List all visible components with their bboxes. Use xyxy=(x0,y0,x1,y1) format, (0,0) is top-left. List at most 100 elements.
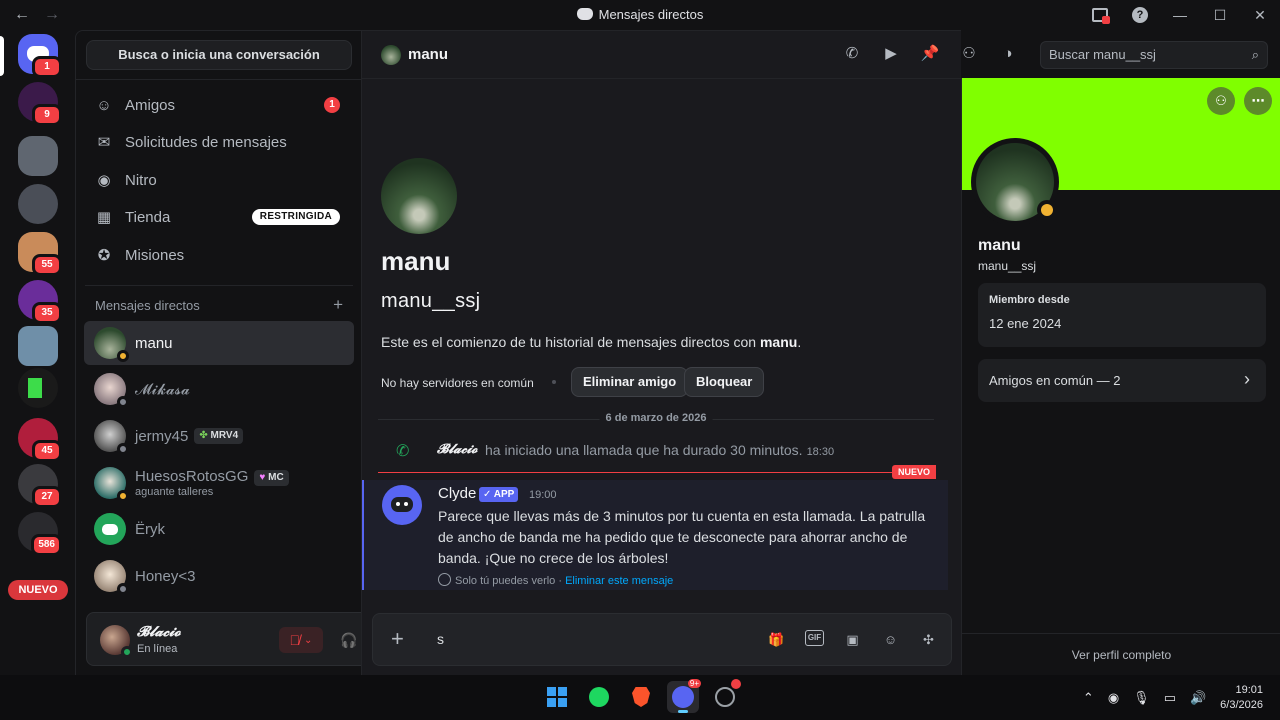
chat-area: manu ✆ ▶ 📌 ⚇ ◑ Buscar manu__ssj ⌕ manu ma… xyxy=(361,30,1280,675)
user-display-name[interactable]: 𝓑𝓵𝓪𝓬𝓲𝓸 xyxy=(137,624,181,640)
chat-header-name[interactable]: manu xyxy=(408,46,448,63)
windows-logo-icon xyxy=(547,687,567,707)
start-button[interactable] xyxy=(541,681,573,713)
find-conversation-button[interactable]: Busca o inicia una conversación xyxy=(86,40,352,70)
mutual-friends-card[interactable]: Amigos en común — 2 › xyxy=(978,359,1266,402)
server-icon[interactable]: 9 xyxy=(18,82,62,126)
chat-header: manu ✆ ▶ 📌 ⚇ ◑ Buscar manu__ssj ⌕ xyxy=(362,31,1280,79)
steam-app[interactable] xyxy=(709,679,741,713)
discord-app-taskbar[interactable]: 9+ xyxy=(667,679,701,713)
add-friends-icon[interactable]: ⚇ xyxy=(959,44,979,64)
dm-section-header: Mensajes directos xyxy=(95,298,200,313)
avatar[interactable] xyxy=(971,138,1059,226)
view-full-profile-link[interactable]: Ver perfil completo xyxy=(962,633,1280,675)
discord-tray-icon[interactable]: ◉ xyxy=(1108,690,1119,706)
maximize-button[interactable]: ☐ xyxy=(1200,0,1240,30)
clock[interactable]: 19:01 6/3/2026 xyxy=(1220,683,1263,713)
intro-display-name: manu xyxy=(381,246,451,276)
remove-friend-button[interactable]: Eliminar amigo xyxy=(571,367,689,397)
chevron-up-icon[interactable]: ⌃ xyxy=(1083,690,1094,706)
dm-item-mikasa[interactable]: 𝓜𝓲𝓴𝓪𝓼𝓪 xyxy=(84,367,354,411)
server-icon[interactable]: 45 xyxy=(18,418,62,462)
help-icon[interactable]: ? xyxy=(1120,0,1160,30)
server-icon[interactable]: 27 xyxy=(18,464,62,508)
emoji-icon[interactable]: ☺ xyxy=(881,630,900,649)
gif-icon[interactable]: GIF xyxy=(805,630,824,646)
nav-shop[interactable]: ▦ Tienda RESTRINGIDA xyxy=(84,199,354,235)
spotify-icon xyxy=(589,687,609,707)
dm-item-honey[interactable]: Honey<3 xyxy=(84,554,354,598)
dm-item-eryk[interactable]: Ëryk xyxy=(84,507,354,551)
inbox-icon[interactable] xyxy=(1080,0,1120,30)
nav-quests[interactable]: ✪ Misiones xyxy=(84,237,354,273)
date-divider: 6 de marzo de 2026 xyxy=(378,412,934,424)
user-status: En línea xyxy=(137,643,178,655)
avatar[interactable] xyxy=(381,158,457,234)
user-profile-icon[interactable]: ◑ xyxy=(998,44,1018,64)
block-button[interactable]: Bloquear xyxy=(684,367,765,397)
avatar[interactable] xyxy=(382,485,422,525)
phone-icon: ✆ xyxy=(396,443,410,460)
dot-separator xyxy=(552,380,556,384)
message-timestamp: 19:00 xyxy=(529,489,557,501)
server-icon[interactable] xyxy=(18,184,58,224)
guild-tag: ♥ MC xyxy=(254,470,289,486)
call-author[interactable]: 𝓑𝓵𝓪𝓬𝓲𝓸 xyxy=(437,442,478,457)
voice-call-icon[interactable]: ✆ xyxy=(842,44,862,64)
create-dm-plus-icon[interactable]: + xyxy=(333,295,343,315)
upload-plus-icon[interactable]: + xyxy=(391,627,404,651)
dm-item-huesosrotosgg[interactable]: HuesosRotosGG ♥ MC aguante talleres xyxy=(84,461,354,505)
offline-status-icon xyxy=(117,583,129,595)
sticker-icon[interactable]: ▣ xyxy=(843,630,862,649)
server-icon[interactable] xyxy=(18,326,58,366)
more-options-icon[interactable]: ⋯ xyxy=(1244,87,1272,115)
eye-icon xyxy=(438,573,451,586)
avatar xyxy=(94,373,129,408)
message-author[interactable]: Clyde xyxy=(438,485,476,502)
microphone-icon[interactable]: 🎙 xyxy=(1133,690,1150,706)
server-icon[interactable] xyxy=(18,368,58,408)
server-icon[interactable]: 586 xyxy=(18,512,62,556)
dm-item-jermy45[interactable]: jermy45 ✤ MRV4 xyxy=(84,414,354,458)
dm-item-manu[interactable]: manu xyxy=(84,321,354,365)
minimize-button[interactable]: — xyxy=(1160,0,1200,30)
guild-tag: ✤ MRV4 xyxy=(194,428,244,444)
server-rail: 1 9 55 35 45 27 586 NUEVO xyxy=(0,30,75,675)
nav-friends[interactable]: ☺ Amigos 1 xyxy=(84,87,354,123)
home-button[interactable]: 1 xyxy=(18,34,62,78)
avatar[interactable] xyxy=(100,625,133,658)
server-icon[interactable] xyxy=(18,136,58,176)
message-composer[interactable]: + s 🎁 GIF ▣ ☺ ✣ xyxy=(372,613,952,666)
new-servers-pill[interactable]: NUEVO xyxy=(8,580,68,600)
pin-icon[interactable]: 📌 xyxy=(920,44,940,64)
add-friend-icon[interactable]: ⚇ xyxy=(1207,87,1235,115)
close-button[interactable]: ✕ xyxy=(1240,0,1280,30)
idle-status-icon xyxy=(117,350,129,362)
nav-nitro[interactable]: ◉ Nitro xyxy=(84,162,354,198)
discord-logo-icon xyxy=(102,523,118,535)
taskbar-apps: 9+ xyxy=(541,679,741,713)
message-input[interactable]: s xyxy=(437,631,444,647)
search-input[interactable]: Buscar manu__ssj ⌕ xyxy=(1040,41,1268,69)
mic-muted-button[interactable]: 🎙̸ ⌄ xyxy=(279,627,323,653)
friends-icon: ☺ xyxy=(96,96,112,114)
spotify-app[interactable] xyxy=(583,681,615,713)
system-tray: ⌃ ◉ 🎙 ▭ 🔊 19:01 6/3/2026 xyxy=(1083,675,1280,720)
nitro-icon: ◉ xyxy=(97,172,111,189)
avatar xyxy=(94,467,129,502)
clyde-face-icon xyxy=(391,497,413,512)
network-icon[interactable]: ▭ xyxy=(1164,690,1176,706)
intro-text: Este es el comienzo de tu historial de m… xyxy=(381,334,802,350)
volume-icon[interactable]: 🔊 xyxy=(1190,690,1206,706)
server-icon[interactable]: 55 xyxy=(18,232,62,276)
nav-message-requests[interactable]: ✉ Solicitudes de mensajes xyxy=(84,124,354,160)
apps-icon[interactable]: ✣ xyxy=(919,630,938,649)
brave-app[interactable] xyxy=(625,681,657,713)
discord-logo-icon xyxy=(576,8,593,20)
window-controls: ? — ☐ ✕ xyxy=(1080,0,1280,30)
delete-message-link[interactable]: Eliminar este mensaje xyxy=(565,575,673,587)
gift-icon[interactable]: 🎁 xyxy=(767,630,786,649)
app-badge: ✓ APP xyxy=(479,487,519,502)
server-icon[interactable]: 35 xyxy=(18,280,62,324)
video-call-icon[interactable]: ▶ xyxy=(881,44,901,64)
